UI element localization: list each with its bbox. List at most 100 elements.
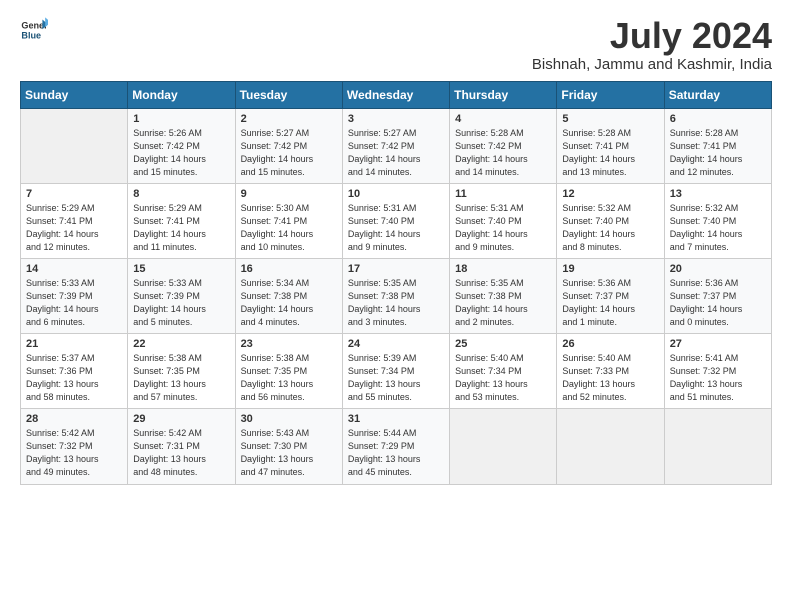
day-number: 1	[133, 113, 229, 125]
calendar-cell: 24 Sunrise: 5:39 AM Sunset: 7:34 PM Dayli…	[342, 334, 449, 409]
page-header: General Blue July 2024 Bishnah, Jammu an…	[20, 16, 772, 73]
day-info: Sunrise: 5:27 AM Sunset: 7:42 PM Dayligh…	[348, 127, 444, 179]
day-number: 30	[241, 413, 337, 425]
calendar-cell: 29 Sunrise: 5:42 AM Sunset: 7:31 PM Dayli…	[128, 409, 235, 484]
day-number: 14	[26, 263, 122, 275]
day-number: 28	[26, 413, 122, 425]
calendar-body: 1 Sunrise: 5:26 AM Sunset: 7:42 PM Daylig…	[21, 108, 772, 484]
calendar-cell: 15 Sunrise: 5:33 AM Sunset: 7:39 PM Dayli…	[128, 258, 235, 333]
day-info: Sunrise: 5:29 AM Sunset: 7:41 PM Dayligh…	[26, 202, 122, 254]
calendar-cell: 20 Sunrise: 5:36 AM Sunset: 7:37 PM Dayli…	[664, 258, 771, 333]
calendar-table: SundayMondayTuesdayWednesdayThursdayFrid…	[20, 81, 772, 485]
day-info: Sunrise: 5:31 AM Sunset: 7:40 PM Dayligh…	[455, 202, 551, 254]
day-number: 4	[455, 113, 551, 125]
day-info: Sunrise: 5:39 AM Sunset: 7:34 PM Dayligh…	[348, 352, 444, 404]
calendar-cell: 25 Sunrise: 5:40 AM Sunset: 7:34 PM Dayli…	[450, 334, 557, 409]
day-number: 8	[133, 188, 229, 200]
calendar-cell: 13Sunrise: 5:32 AM Sunset: 7:40 PM Dayli…	[664, 183, 771, 258]
day-info: Sunrise: 5:28 AM Sunset: 7:42 PM Dayligh…	[455, 127, 551, 179]
day-info: Sunrise: 5:27 AM Sunset: 7:42 PM Dayligh…	[241, 127, 337, 179]
day-number: 17	[348, 263, 444, 275]
title-block: July 2024 Bishnah, Jammu and Kashmir, In…	[532, 16, 772, 73]
weekday-header-wednesday: Wednesday	[342, 81, 449, 108]
day-number: 31	[348, 413, 444, 425]
day-info: Sunrise: 5:28 AM Sunset: 7:41 PM Dayligh…	[562, 127, 658, 179]
day-number: 24	[348, 338, 444, 350]
weekday-header-monday: Monday	[128, 81, 235, 108]
weekday-header-saturday: Saturday	[664, 81, 771, 108]
calendar-cell: 27Sunrise: 5:41 AM Sunset: 7:32 PM Dayli…	[664, 334, 771, 409]
day-number: 9	[241, 188, 337, 200]
day-number: 12	[562, 188, 658, 200]
day-number: 22	[133, 338, 229, 350]
weekday-header-row: SundayMondayTuesdayWednesdayThursdayFrid…	[21, 81, 772, 108]
week-row-4: 21Sunrise: 5:37 AM Sunset: 7:36 PM Dayli…	[21, 334, 772, 409]
day-info: Sunrise: 5:36 AM Sunset: 7:37 PM Dayligh…	[670, 277, 766, 329]
calendar-cell: 7 Sunrise: 5:29 AM Sunset: 7:41 PM Daylig…	[21, 183, 128, 258]
calendar-cell: 21Sunrise: 5:37 AM Sunset: 7:36 PM Dayli…	[21, 334, 128, 409]
week-row-1: 1 Sunrise: 5:26 AM Sunset: 7:42 PM Daylig…	[21, 108, 772, 183]
calendar-cell: 6 Sunrise: 5:28 AM Sunset: 7:41 PM Daylig…	[664, 108, 771, 183]
day-info: Sunrise: 5:32 AM Sunset: 7:40 PM Dayligh…	[562, 202, 658, 254]
day-info: Sunrise: 5:35 AM Sunset: 7:38 PM Dayligh…	[348, 277, 444, 329]
calendar-cell: 11Sunrise: 5:31 AM Sunset: 7:40 PM Dayli…	[450, 183, 557, 258]
calendar-cell: 23 Sunrise: 5:38 AM Sunset: 7:35 PM Dayli…	[235, 334, 342, 409]
calendar-cell: 3Sunrise: 5:27 AM Sunset: 7:42 PM Daylig…	[342, 108, 449, 183]
day-number: 25	[455, 338, 551, 350]
day-info: Sunrise: 5:33 AM Sunset: 7:39 PM Dayligh…	[133, 277, 229, 329]
calendar-cell: 12 Sunrise: 5:32 AM Sunset: 7:40 PM Dayli…	[557, 183, 664, 258]
calendar-cell	[557, 409, 664, 484]
calendar-cell: 31Sunrise: 5:44 AM Sunset: 7:29 PM Dayli…	[342, 409, 449, 484]
day-number: 7	[26, 188, 122, 200]
weekday-header-sunday: Sunday	[21, 81, 128, 108]
calendar-cell: 10Sunrise: 5:31 AM Sunset: 7:40 PM Dayli…	[342, 183, 449, 258]
calendar-cell: 1 Sunrise: 5:26 AM Sunset: 7:42 PM Daylig…	[128, 108, 235, 183]
week-row-2: 7 Sunrise: 5:29 AM Sunset: 7:41 PM Daylig…	[21, 183, 772, 258]
calendar-cell: 9 Sunrise: 5:30 AM Sunset: 7:41 PM Daylig…	[235, 183, 342, 258]
logo-icon: General Blue	[20, 16, 48, 44]
day-info: Sunrise: 5:36 AM Sunset: 7:37 PM Dayligh…	[562, 277, 658, 329]
calendar-cell	[21, 108, 128, 183]
calendar-cell: 2 Sunrise: 5:27 AM Sunset: 7:42 PM Daylig…	[235, 108, 342, 183]
day-number: 10	[348, 188, 444, 200]
calendar-cell: 17 Sunrise: 5:35 AM Sunset: 7:38 PM Dayli…	[342, 258, 449, 333]
calendar-cell: 5 Sunrise: 5:28 AM Sunset: 7:41 PM Daylig…	[557, 108, 664, 183]
day-number: 2	[241, 113, 337, 125]
day-number: 15	[133, 263, 229, 275]
day-info: Sunrise: 5:42 AM Sunset: 7:31 PM Dayligh…	[133, 427, 229, 479]
day-info: Sunrise: 5:35 AM Sunset: 7:38 PM Dayligh…	[455, 277, 551, 329]
calendar-cell: 18Sunrise: 5:35 AM Sunset: 7:38 PM Dayli…	[450, 258, 557, 333]
day-info: Sunrise: 5:34 AM Sunset: 7:38 PM Dayligh…	[241, 277, 337, 329]
day-info: Sunrise: 5:42 AM Sunset: 7:32 PM Dayligh…	[26, 427, 122, 479]
day-number: 19	[562, 263, 658, 275]
day-number: 29	[133, 413, 229, 425]
day-number: 27	[670, 338, 766, 350]
week-row-3: 14 Sunrise: 5:33 AM Sunset: 7:39 PM Dayli…	[21, 258, 772, 333]
week-row-5: 28 Sunrise: 5:42 AM Sunset: 7:32 PM Dayli…	[21, 409, 772, 484]
day-info: Sunrise: 5:40 AM Sunset: 7:33 PM Dayligh…	[562, 352, 658, 404]
day-info: Sunrise: 5:26 AM Sunset: 7:42 PM Dayligh…	[133, 127, 229, 179]
calendar-cell: 4 Sunrise: 5:28 AM Sunset: 7:42 PM Daylig…	[450, 108, 557, 183]
day-number: 13	[670, 188, 766, 200]
day-number: 20	[670, 263, 766, 275]
calendar-cell: 26Sunrise: 5:40 AM Sunset: 7:33 PM Dayli…	[557, 334, 664, 409]
day-info: Sunrise: 5:28 AM Sunset: 7:41 PM Dayligh…	[670, 127, 766, 179]
calendar-cell: 30Sunrise: 5:43 AM Sunset: 7:30 PM Dayli…	[235, 409, 342, 484]
day-info: Sunrise: 5:33 AM Sunset: 7:39 PM Dayligh…	[26, 277, 122, 329]
day-number: 5	[562, 113, 658, 125]
calendar-cell: 14 Sunrise: 5:33 AM Sunset: 7:39 PM Dayli…	[21, 258, 128, 333]
weekday-header-thursday: Thursday	[450, 81, 557, 108]
day-info: Sunrise: 5:30 AM Sunset: 7:41 PM Dayligh…	[241, 202, 337, 254]
day-number: 23	[241, 338, 337, 350]
calendar-cell	[664, 409, 771, 484]
calendar-cell: 16 Sunrise: 5:34 AM Sunset: 7:38 PM Dayli…	[235, 258, 342, 333]
svg-text:Blue: Blue	[21, 30, 41, 40]
month-title: July 2024	[532, 16, 772, 56]
day-number: 6	[670, 113, 766, 125]
day-number: 16	[241, 263, 337, 275]
day-info: Sunrise: 5:37 AM Sunset: 7:36 PM Dayligh…	[26, 352, 122, 404]
weekday-header-friday: Friday	[557, 81, 664, 108]
calendar-cell: 8Sunrise: 5:29 AM Sunset: 7:41 PM Daylig…	[128, 183, 235, 258]
day-info: Sunrise: 5:38 AM Sunset: 7:35 PM Dayligh…	[241, 352, 337, 404]
day-info: Sunrise: 5:40 AM Sunset: 7:34 PM Dayligh…	[455, 352, 551, 404]
